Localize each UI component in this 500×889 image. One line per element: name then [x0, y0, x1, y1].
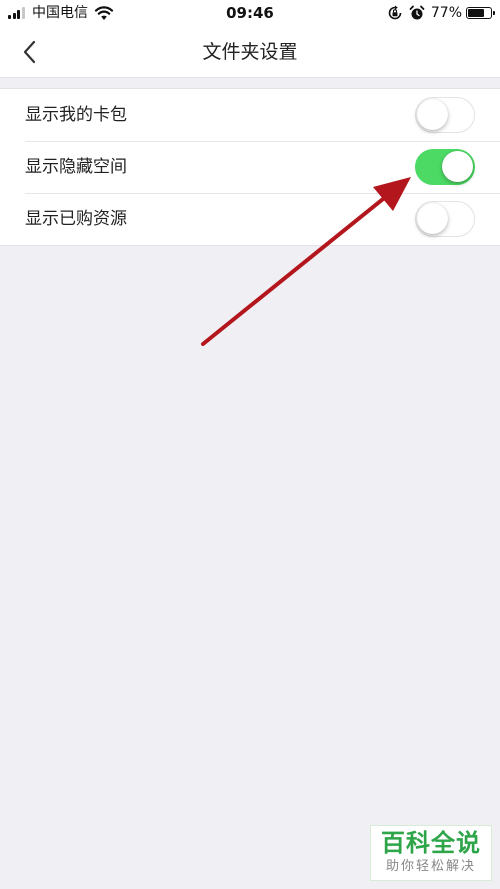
purchased-resources-toggle[interactable]: [415, 201, 475, 237]
status-right: 77%: [387, 4, 495, 22]
battery-percent: 77%: [430, 5, 462, 21]
page-title: 文件夹设置: [202, 41, 298, 63]
setting-row-hidden-space: 显示隐藏空间: [0, 141, 500, 193]
setting-label: 显示隐藏空间: [25, 157, 127, 177]
toggle-knob: [417, 203, 448, 234]
battery-fill: [468, 9, 484, 17]
settings-list: 显示我的卡包 显示隐藏空间 显示已购资源: [0, 88, 500, 246]
alarm-icon: [409, 5, 425, 20]
status-bar: 中国电信 09:46 77%: [0, 0, 500, 26]
rotation-lock-icon: [388, 5, 402, 20]
toggle-knob: [417, 99, 448, 130]
navigation-bar: 文件夹设置: [0, 26, 500, 78]
setting-label: 显示已购资源: [25, 209, 127, 229]
watermark-title: 百科全说: [381, 829, 481, 857]
card-wallet-toggle[interactable]: [415, 97, 475, 133]
setting-row-card-wallet: 显示我的卡包: [0, 89, 500, 141]
battery-icon: [466, 7, 495, 19]
setting-row-purchased-resources: 显示已购资源: [0, 193, 500, 245]
watermark-subtitle: 助你轻松解决: [385, 859, 476, 874]
toggle-knob: [442, 151, 473, 182]
setting-label: 显示我的卡包: [25, 105, 127, 125]
watermark-logo: 百科全说 助你轻松解决: [370, 825, 492, 881]
hidden-space-toggle[interactable]: [415, 149, 475, 185]
